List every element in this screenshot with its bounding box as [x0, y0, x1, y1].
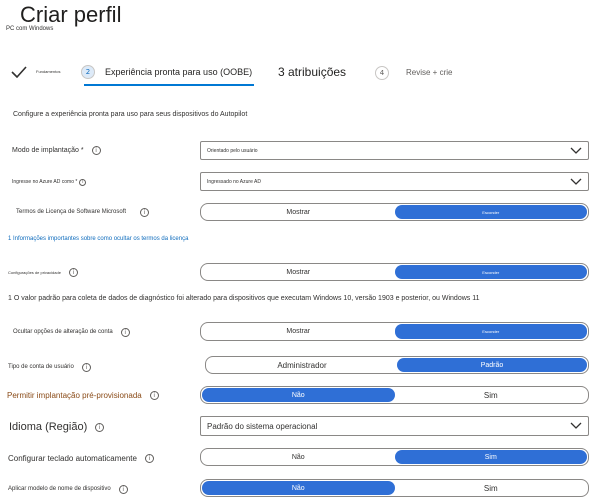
- chevron-down-icon: [570, 422, 582, 429]
- info-icon[interactable]: i: [79, 178, 87, 186]
- join-azure-dropdown[interactable]: Ingressado no Azure AD: [200, 172, 589, 191]
- keyboard-toggle[interactable]: Não Sim: [200, 448, 589, 466]
- info-icon[interactable]: i: [120, 327, 130, 337]
- deployment-mode-dropdown[interactable]: Orientado pelo usuário: [200, 141, 589, 160]
- deployment-mode-label: Modo de implantação * i: [12, 144, 101, 156]
- device-name-yes[interactable]: Sim: [395, 481, 588, 495]
- language-label: Idioma (Região) i: [9, 420, 105, 434]
- user-account-type-standard[interactable]: Padrão: [397, 358, 587, 372]
- keyboard-no[interactable]: Não: [202, 450, 395, 464]
- device-name-toggle[interactable]: Não Sim: [200, 479, 589, 497]
- wizard-step-4-number: 4: [375, 66, 389, 80]
- device-name-label: Aplicar modelo de nome de dispositivo i: [8, 483, 128, 495]
- keyboard-yes[interactable]: Sim: [394, 450, 587, 464]
- diagnostic-note: 1 O valor padrão para coleta de dados de…: [8, 295, 480, 302]
- intro-text: Configure a experiência pronta para uso …: [13, 111, 248, 118]
- wizard-step-review-create[interactable]: Revise + crie: [406, 68, 452, 77]
- preprovisioned-toggle[interactable]: Não Sim: [200, 386, 589, 404]
- hide-account-change-show[interactable]: Mostrar: [202, 324, 395, 339]
- wizard-step-basics[interactable]: Fundamentos: [36, 69, 60, 74]
- device-name-no[interactable]: Não: [202, 481, 395, 495]
- page-title: Criar perfil: [20, 2, 122, 27]
- info-icon[interactable]: i: [81, 362, 91, 372]
- hide-account-change-label: Ocultar opções de alteração de conta i: [13, 326, 130, 338]
- license-terms-toggle[interactable]: Mostrar Esconder: [200, 203, 589, 221]
- license-terms-hide[interactable]: Esconder: [394, 205, 587, 219]
- language-dropdown[interactable]: Padrão do sistema operacional: [200, 416, 589, 436]
- privacy-hide[interactable]: Esconder: [394, 265, 587, 279]
- join-azure-label: Ingresse no Azure AD como * i: [12, 176, 87, 188]
- preprovisioned-label: Permitir implantação pré-provisionada i: [7, 389, 159, 401]
- preprovisioned-yes[interactable]: Sim: [395, 388, 588, 402]
- info-icon[interactable]: i: [118, 484, 128, 494]
- preprovisioned-no[interactable]: Não: [202, 388, 395, 402]
- info-icon[interactable]: i: [68, 267, 78, 277]
- info-icon[interactable]: i: [140, 207, 150, 217]
- info-icon[interactable]: i: [95, 422, 105, 432]
- user-account-type-admin[interactable]: Administrador: [207, 358, 397, 372]
- license-terms-label: Termos de Licença de Software Microsoft …: [16, 206, 150, 218]
- user-account-type-toggle[interactable]: Administrador Padrão: [205, 356, 589, 374]
- chevron-down-icon: [570, 178, 582, 185]
- license-info-link[interactable]: 1 Informações importantes sobre como ocu…: [8, 236, 188, 242]
- info-icon[interactable]: i: [144, 453, 154, 463]
- wizard-step-2-number: 2: [81, 65, 95, 79]
- active-step-underline: [84, 84, 254, 86]
- info-icon[interactable]: i: [91, 145, 101, 155]
- checkmark-icon: [11, 66, 27, 78]
- license-terms-show[interactable]: Mostrar: [202, 205, 395, 219]
- hide-account-change-toggle[interactable]: Mostrar Esconder: [200, 322, 589, 341]
- hide-account-change-hide[interactable]: Esconder: [394, 324, 587, 339]
- privacy-label: Configurações de privacidade i: [8, 266, 78, 278]
- privacy-toggle[interactable]: Mostrar Esconder: [200, 263, 589, 281]
- wizard-step-assignments[interactable]: 3 atribuições: [278, 65, 346, 79]
- page-subtitle: PC com Windows: [6, 26, 54, 32]
- wizard-step-oobe[interactable]: Experiência pronta para uso (OOBE): [105, 67, 252, 77]
- user-account-type-label: Tipo de conta de usuário i: [8, 361, 91, 373]
- chevron-down-icon: [570, 147, 582, 154]
- privacy-show[interactable]: Mostrar: [202, 265, 395, 279]
- info-icon[interactable]: i: [149, 390, 159, 400]
- keyboard-label: Configurar teclado automaticamente i: [8, 452, 154, 464]
